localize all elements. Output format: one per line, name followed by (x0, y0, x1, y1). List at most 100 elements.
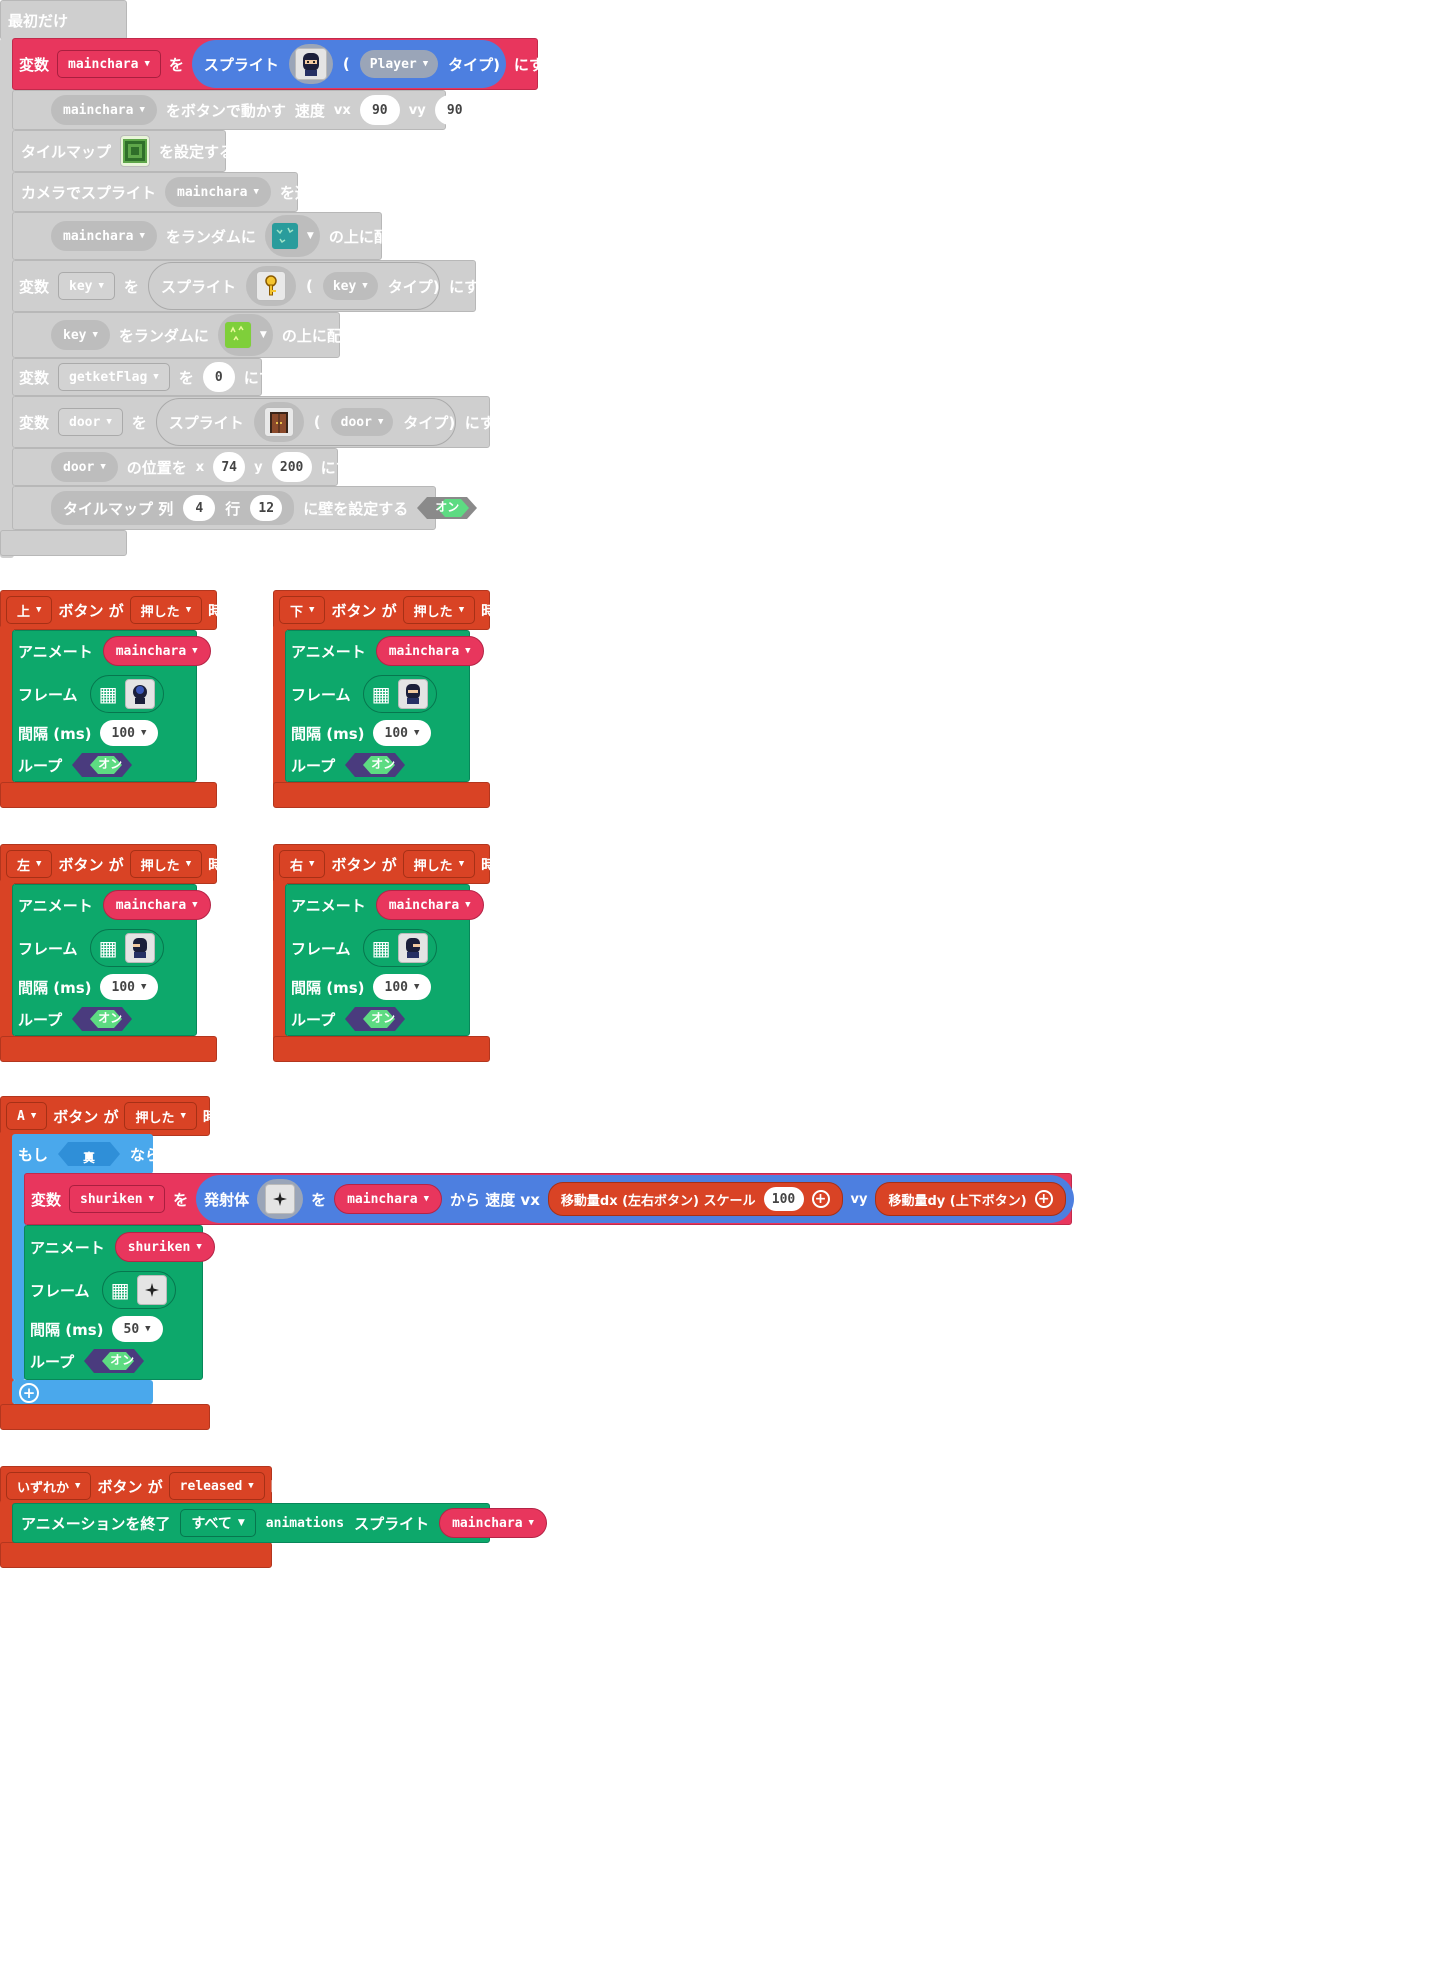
action-dropdown[interactable]: released ▼ (168, 1472, 265, 1500)
dy-add-icon[interactable]: + (1034, 1190, 1053, 1208)
stop-animation-block[interactable]: アニメーションを終了 すべて ▼ animations スプライト maincha… (12, 1503, 547, 1543)
loop-toggle[interactable]: オン (72, 1004, 133, 1034)
set-tilemap-block[interactable]: タイルマップ を設定する (12, 130, 234, 172)
door-pos-var-dropdown[interactable]: door ▼ (51, 452, 118, 482)
loop-label: ループ (30, 1352, 75, 1371)
tile-picker-water[interactable]: ▼ (264, 215, 320, 257)
var-key-dropdown[interactable]: key ▼ (58, 272, 115, 300)
wall-toggle[interactable]: オン (417, 493, 478, 523)
type-door-dropdown[interactable]: door ▼ (330, 408, 394, 436)
scale-input[interactable]: 100 (763, 1187, 804, 1211)
projectile-image-picker[interactable] (257, 1179, 304, 1219)
var-flag-dropdown[interactable]: getketFlag ▼ (58, 363, 170, 391)
move-var-dropdown[interactable]: mainchara ▼ (51, 95, 157, 125)
anim-var-dropdown[interactable]: mainchara ▼ (375, 636, 484, 666)
action-dropdown[interactable]: 押した ▼ (124, 1102, 197, 1130)
door-position-block[interactable]: door ▼ の位置を x 74 y 200 にする (12, 448, 366, 486)
sprite-create-oval[interactable]: スプライト ( Player ▼ タイプ) (191, 40, 506, 88)
button-dropdown[interactable]: 下 ▼ (279, 596, 326, 624)
action-dropdown[interactable]: 押した ▼ (129, 850, 203, 878)
y-input[interactable]: 200 (271, 452, 312, 482)
set-shuriken-block[interactable]: 変数 shuriken ▼ を 発射体 を mainchara ▼ から 速度 vx… (24, 1173, 1127, 1225)
dx-reporter[interactable]: 移動量dx (左右ボタン) スケール 100 + (547, 1182, 843, 1216)
frame-picker[interactable]: ▦ (89, 675, 165, 713)
anim-var-dropdown[interactable]: mainchara ▼ (375, 890, 484, 920)
type-key-dropdown[interactable]: key ▼ (322, 272, 378, 300)
var-label: 変数 (19, 368, 50, 387)
x-input[interactable]: 74 (213, 452, 246, 482)
frame-picker[interactable]: ▦ (89, 929, 165, 967)
dx-add-icon[interactable]: + (811, 1190, 830, 1208)
move-with-buttons-block[interactable]: mainchara ▼ をボタンで動かす 速度 vx 90 vy 90 + (12, 90, 502, 130)
action-dropdown[interactable]: 押した ▼ (402, 850, 476, 878)
interval-dropdown[interactable]: 100 ▼ (99, 720, 159, 746)
type-open: ( (305, 277, 313, 295)
stop-var-dropdown[interactable]: mainchara ▼ (439, 1508, 547, 1538)
add-param-icon[interactable]: + (483, 99, 502, 121)
frame-label: フレーム (18, 939, 78, 958)
which-dropdown[interactable]: すべて ▼ (180, 1509, 256, 1537)
camera-follow-block[interactable]: カメラでスプライト mainchara ▼ を追う (12, 172, 325, 212)
var-door-dropdown[interactable]: door ▼ (58, 408, 123, 436)
action-dropdown[interactable]: 押した ▼ (402, 596, 476, 624)
place-key-var-dropdown[interactable]: key ▼ (51, 320, 110, 350)
frame-picker[interactable]: ▦ (362, 675, 438, 713)
button-dropdown[interactable]: 右 ▼ (279, 850, 326, 878)
loop-toggle[interactable]: オン (345, 750, 406, 780)
interval-dropdown[interactable]: 50 ▼ (111, 1316, 163, 1342)
loop-toggle[interactable]: オン (72, 750, 133, 780)
start-hat-bottom (0, 530, 127, 556)
if-add-icon[interactable]: + (19, 1383, 39, 1403)
loop-toggle[interactable]: オン (345, 1004, 406, 1034)
set-door-block[interactable]: 変数 door ▼ を スプライト ( door ▼ タイプ) にする (12, 396, 510, 448)
dy-reporter[interactable]: 移動量dy (上下ボタン) + (875, 1182, 1066, 1216)
wall-inner-pill[interactable]: タイルマップ 列 4 行 12 (51, 491, 295, 525)
set-key-block[interactable]: 変数 key ▼ を スプライト ( key ▼ タイプ) にする (12, 260, 494, 312)
random-place-main-block[interactable]: mainchara ▼ をランダムに ▼ の上に配置 (12, 212, 404, 260)
camera-var-dropdown[interactable]: mainchara ▼ (165, 177, 271, 207)
sprite-image-picker[interactable] (288, 44, 333, 84)
start-hat-label: 最初だけ (8, 12, 69, 30)
type-player-dropdown[interactable]: Player ▼ (359, 50, 439, 78)
anim-var-dropdown[interactable]: mainchara ▼ (102, 890, 211, 920)
ninja-sprite-icon (294, 48, 327, 80)
var-shuriken-dropdown[interactable]: shuriken ▼ (69, 1185, 166, 1213)
loop-toggle[interactable]: オン (84, 1346, 145, 1376)
interval-dropdown[interactable]: 100 ▼ (99, 974, 159, 1000)
condition-true-dropdown[interactable]: 真 ▼ (58, 1139, 121, 1169)
set-wall-block[interactable]: タイルマップ 列 4 行 12 に壁を設定する オン (12, 486, 478, 530)
anim-var-dropdown[interactable]: shuriken ▼ (114, 1232, 215, 1262)
action-dropdown[interactable]: 押した ▼ (129, 596, 203, 624)
place-var-dropdown[interactable]: mainchara ▼ (51, 221, 157, 251)
key-image-picker[interactable] (245, 266, 296, 306)
frame-picker[interactable]: ▦ (362, 929, 438, 967)
door-sprite-oval[interactable]: スプライト ( door ▼ タイプ) (155, 398, 456, 446)
button-dropdown[interactable]: 上 ▼ (6, 596, 53, 624)
from-var-dropdown[interactable]: mainchara ▼ (334, 1184, 442, 1214)
var-mainchara-dropdown[interactable]: mainchara ▼ (57, 50, 161, 78)
frame-label: フレーム (18, 685, 78, 704)
projectile-oval[interactable]: 発射体 を mainchara ▼ から 速度 vx 移動量dx (左右ボタン) … (196, 1175, 1074, 1223)
vx-input[interactable]: 90 (359, 95, 400, 125)
frame-picker[interactable]: ▦ (101, 1271, 177, 1309)
button-dropdown[interactable]: A ▼ (6, 1102, 48, 1130)
random-place-key-block[interactable]: key ▼ をランダムに ▼ の上に配置 (12, 312, 357, 358)
flag-value-input[interactable]: 0 (202, 362, 235, 392)
anim-var-dropdown[interactable]: mainchara ▼ (102, 636, 211, 666)
set-mainchara-block[interactable]: 変数 mainchara ▼ を スプライト ( Player ▼ タイプ) にする (12, 38, 559, 90)
button-dropdown[interactable]: いずれか ▼ (6, 1472, 92, 1500)
ga-label: ボタン が (331, 855, 397, 874)
row-input[interactable]: 12 (250, 495, 283, 521)
vy-input[interactable]: 90 (434, 95, 475, 125)
interval-dropdown[interactable]: 100 ▼ (372, 974, 432, 1000)
tile-picker-grass[interactable]: ▼ (217, 314, 273, 356)
interval-dropdown[interactable]: 100 ▼ (372, 720, 432, 746)
key-sprite-oval[interactable]: スプライト ( key ▼ タイプ) (147, 262, 440, 310)
col-input[interactable]: 4 (183, 495, 216, 521)
set-flag-block[interactable]: 変数 getketFlag ▼ を 0 にする (12, 358, 289, 396)
tilemap-maze-icon[interactable] (120, 135, 151, 167)
door-image-picker[interactable] (253, 402, 304, 442)
interval-row: 間隔 (ms) 100 ▼ (18, 718, 159, 748)
button-dropdown[interactable]: 左 ▼ (6, 850, 53, 878)
frame-label: フレーム (291, 685, 351, 704)
